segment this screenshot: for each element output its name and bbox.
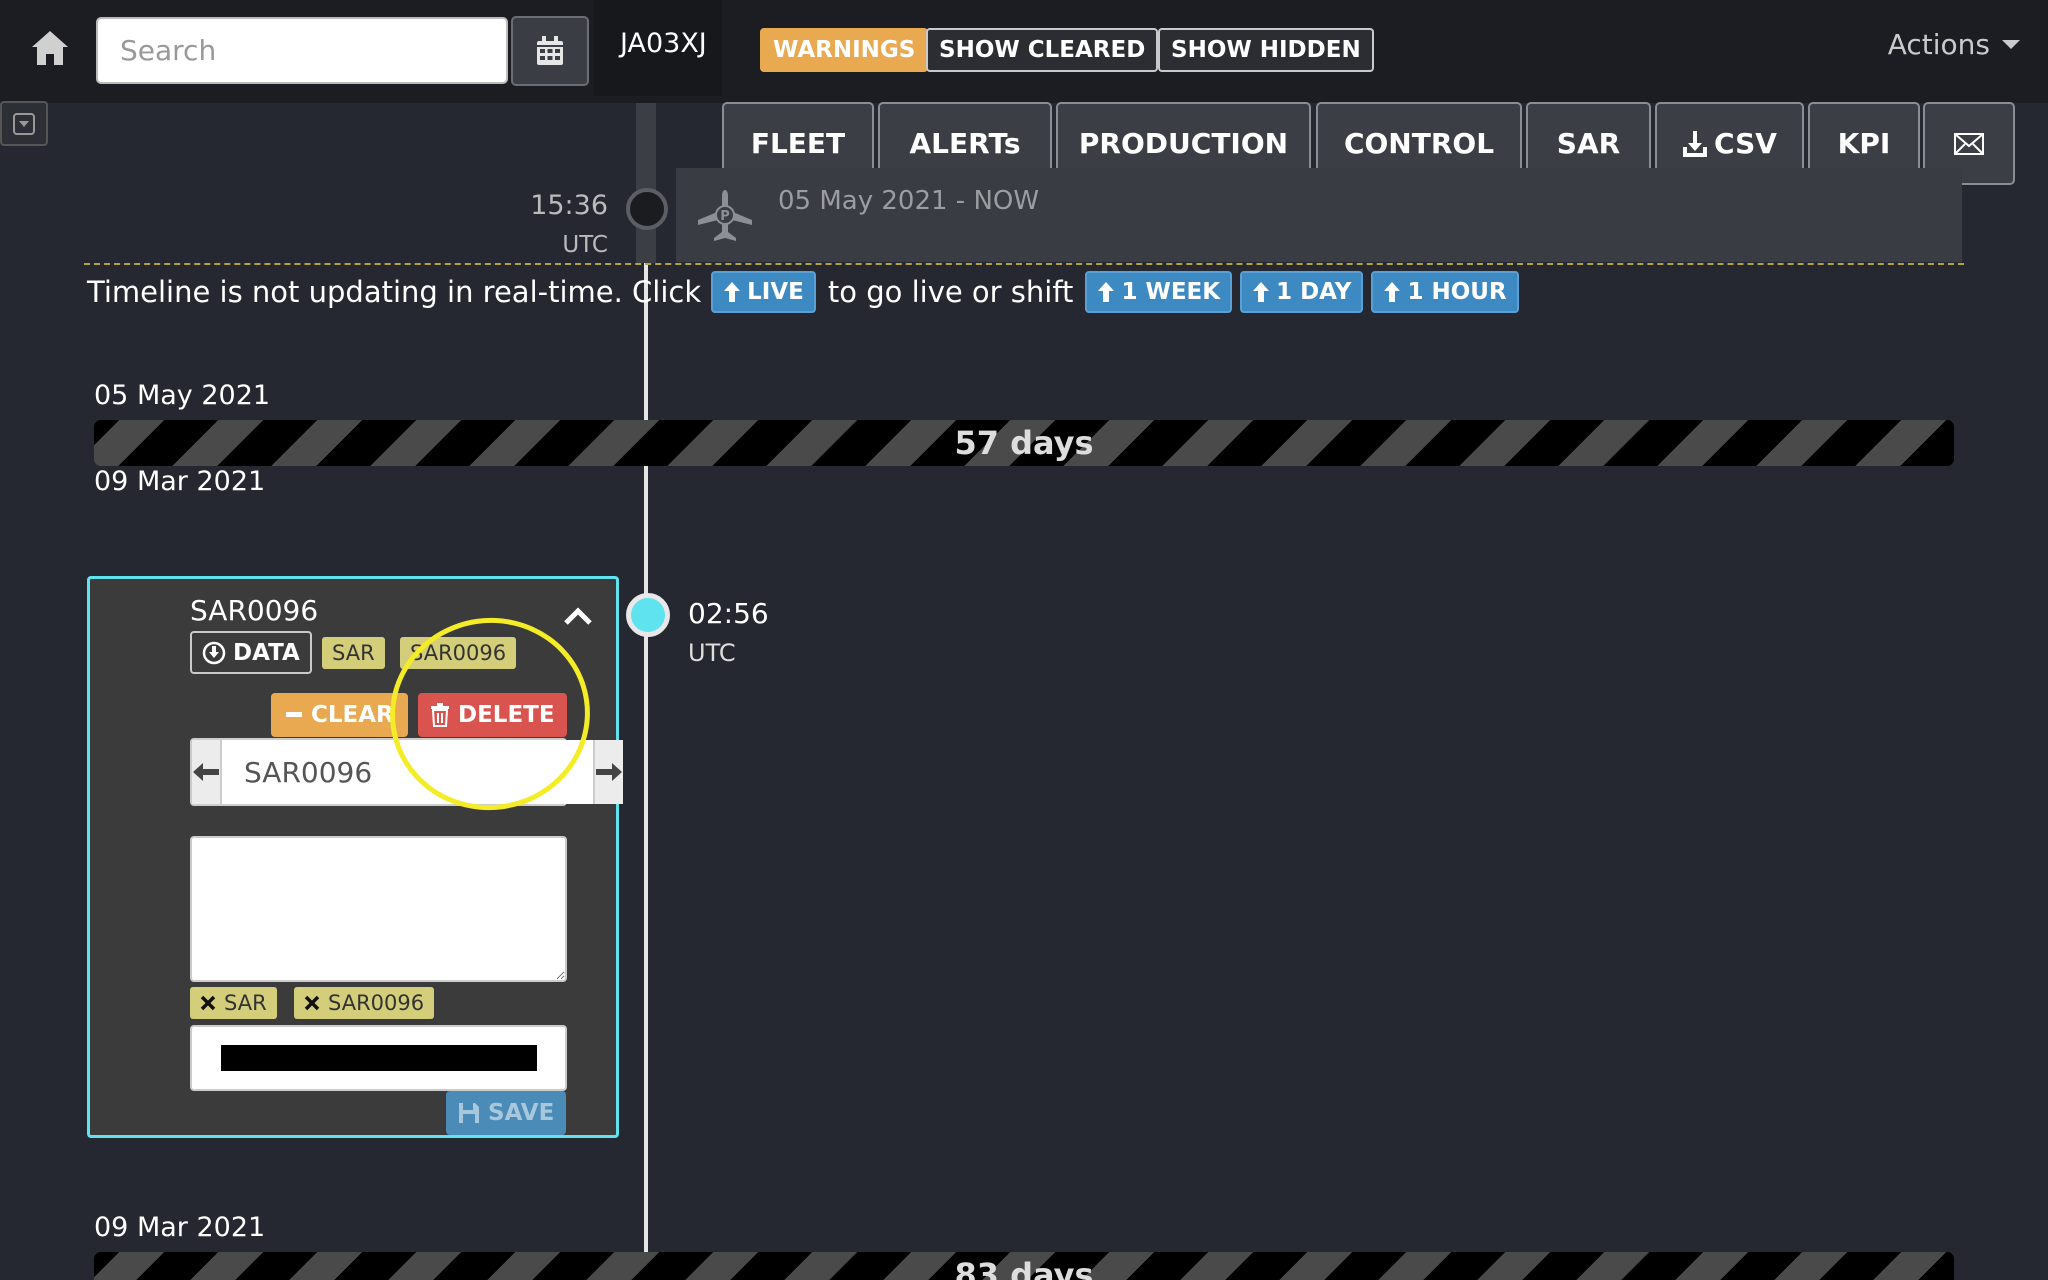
gap-duration: 57 days — [954, 424, 1094, 462]
removable-tag-label: SAR — [224, 991, 267, 1015]
event-stepper — [190, 738, 623, 806]
clear-label: CLEAR — [311, 702, 394, 728]
notice-text-middle: to go live or shift — [827, 275, 1074, 309]
timeline-gap-bar: 83 days — [94, 1252, 1954, 1280]
timeline-axis-top — [636, 103, 656, 263]
go-live-button[interactable]: LIVE — [711, 271, 816, 313]
minus-icon — [286, 712, 302, 717]
event-tag: SAR — [322, 637, 385, 669]
current-period-range: 05 May 2021 - NOW — [778, 186, 1040, 216]
gap-start-date: 09 Mar 2021 — [94, 1212, 266, 1243]
removable-tag[interactable]: SAR0096 — [294, 987, 435, 1019]
arrow-up-icon — [1384, 282, 1401, 302]
chevron-up-icon[interactable] — [563, 606, 593, 626]
calendar-icon — [537, 36, 563, 65]
next-event-button[interactable] — [593, 740, 623, 804]
now-time: 15:36 — [530, 190, 608, 221]
event-note-textarea[interactable] — [190, 836, 567, 982]
collapse-panel-button[interactable] — [0, 101, 48, 146]
event-title: SAR0096 — [190, 594, 319, 627]
event-timezone: UTC — [688, 639, 736, 667]
chevron-down-icon — [2002, 40, 2020, 49]
notice-text-before: Timeline is not updating in real-time. C… — [87, 275, 702, 309]
aircraft-registration: JA03XJ — [620, 28, 707, 59]
event-marker[interactable] — [626, 593, 670, 637]
warnings-filter-button[interactable]: WARNINGS — [760, 28, 929, 72]
now-timezone: UTC — [562, 232, 608, 258]
delete-button[interactable]: DELETE — [418, 693, 567, 737]
removable-tag[interactable]: SAR — [190, 987, 277, 1019]
download-circle-icon — [202, 641, 226, 664]
event-tag: SAR0096 — [400, 637, 517, 669]
arrow-up-icon — [724, 282, 741, 302]
timeline-gap-bar: 57 days — [94, 420, 1954, 466]
envelope-icon — [1954, 132, 1984, 155]
arrow-left-icon — [193, 763, 219, 781]
data-label: DATA — [233, 639, 300, 666]
remove-x-icon — [304, 995, 320, 1011]
save-label: SAVE — [488, 1100, 555, 1126]
arrow-right-icon — [596, 763, 622, 781]
shift-1-week-button[interactable]: 1 WEEK — [1085, 271, 1233, 313]
go-live-label: LIVE — [747, 279, 804, 305]
shift-1-hour-button[interactable]: 1 HOUR — [1371, 271, 1519, 313]
gap-start-date: 05 May 2021 — [94, 380, 271, 411]
show-hidden-button[interactable]: SHOW HIDDEN — [1158, 28, 1374, 72]
realtime-notice: Timeline is not updating in real-time. C… — [87, 271, 1523, 313]
now-divider — [84, 263, 1964, 265]
home-button[interactable] — [22, 20, 78, 76]
delete-label: DELETE — [458, 702, 555, 728]
parked-plane-icon: P — [698, 190, 752, 241]
download-icon — [1683, 130, 1708, 157]
arrow-up-icon — [1253, 282, 1270, 302]
event-time: 02:56 — [688, 597, 769, 630]
shift-1-hour-label: 1 HOUR — [1407, 279, 1507, 305]
gap-end-date: 09 Mar 2021 — [94, 466, 266, 497]
search-input[interactable] — [96, 17, 508, 84]
show-cleared-button[interactable]: SHOW CLEARED — [926, 28, 1159, 72]
event-code-field[interactable] — [222, 740, 593, 804]
save-button[interactable]: SAVE — [446, 1091, 567, 1135]
arrow-up-icon — [1098, 282, 1115, 302]
download-data-button[interactable]: DATA — [190, 631, 312, 674]
tag-input-container — [190, 1025, 567, 1091]
svg-text:P: P — [720, 209, 730, 224]
tag-input[interactable] — [220, 1045, 537, 1071]
now-marker — [626, 188, 668, 230]
actions-dropdown[interactable]: Actions — [1888, 28, 2020, 61]
shift-1-day-label: 1 DAY — [1276, 279, 1352, 305]
trash-icon — [431, 703, 449, 727]
removable-tag-label: SAR0096 — [328, 991, 425, 1015]
previous-event-button[interactable] — [192, 740, 222, 804]
csv-label: CSV — [1714, 127, 1777, 160]
shift-1-week-label: 1 WEEK — [1121, 279, 1221, 305]
actions-label: Actions — [1887, 28, 1990, 61]
gap-duration: 83 days — [954, 1256, 1094, 1280]
floppy-disk-icon — [459, 1103, 479, 1123]
shift-1-day-button[interactable]: 1 DAY — [1240, 271, 1364, 313]
calendar-button[interactable] — [511, 16, 589, 86]
clear-button[interactable]: CLEAR — [271, 693, 408, 737]
remove-x-icon — [200, 995, 216, 1011]
caret-square-down-icon — [13, 112, 35, 135]
home-icon — [32, 31, 68, 65]
